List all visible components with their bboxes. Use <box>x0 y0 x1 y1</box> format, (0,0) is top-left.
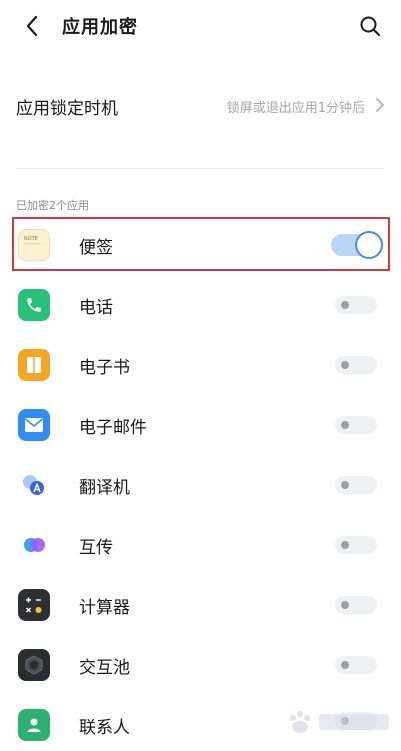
lock-toggle[interactable] <box>335 416 377 434</box>
chevron-left-icon <box>26 15 38 37</box>
app-name: 电话 <box>79 298 113 318</box>
app-name: 计算器 <box>79 598 130 618</box>
page-title: 应用加密 <box>62 17 138 38</box>
translator-icon <box>18 469 50 501</box>
baidu-jingyan-watermark <box>290 711 389 733</box>
lock-toggle[interactable] <box>335 536 377 554</box>
app-row-interaction-pool[interactable]: 交互池 <box>0 634 401 694</box>
notes-icon: NOTE <box>18 229 50 261</box>
calculator-icon <box>18 589 50 621</box>
app-row-share[interactable]: 互传 <box>0 514 401 574</box>
interaction-pool-icon <box>18 649 50 681</box>
search-icon <box>360 16 381 37</box>
encrypted-count-label: 已加密2个应用 <box>16 199 89 212</box>
app-name: 互传 <box>79 538 113 558</box>
app-name: 电子书 <box>79 358 130 378</box>
app-row-translator[interactable]: 翻译机 <box>0 454 401 514</box>
app-row-phone[interactable]: 电话 <box>0 274 401 334</box>
divider <box>16 168 384 169</box>
chevron-right-icon <box>373 96 387 114</box>
app-name: 翻译机 <box>79 478 130 498</box>
phone-icon <box>18 289 50 321</box>
app-list: NOTE 便签 电话 电子书 电子邮件 翻译机 互传 计算器 交互池 联系人 <box>0 214 401 751</box>
lock-timing-row[interactable]: 应用锁定时机 锁屏或退出应用1分钟后 <box>0 82 401 128</box>
ebook-icon <box>18 349 50 381</box>
app-row-ebook[interactable]: 电子书 <box>0 334 401 394</box>
header: 应用加密 <box>0 0 401 52</box>
email-icon <box>18 409 50 441</box>
app-row-notes[interactable]: NOTE 便签 <box>0 214 401 274</box>
lock-toggle[interactable] <box>335 356 377 374</box>
contacts-icon <box>18 709 50 741</box>
search-button[interactable] <box>354 10 386 42</box>
lock-toggle[interactable] <box>335 656 377 674</box>
lock-timing-value: 锁屏或退出应用1分钟后 <box>226 101 365 116</box>
lock-timing-label: 应用锁定时机 <box>16 99 118 119</box>
app-name: 联系人 <box>79 718 130 738</box>
lock-toggle[interactable] <box>335 596 377 614</box>
app-row-calculator[interactable]: 计算器 <box>0 574 401 634</box>
share-icon <box>18 529 50 561</box>
back-button[interactable] <box>16 10 48 42</box>
lock-toggle[interactable] <box>331 231 383 259</box>
lock-toggle[interactable] <box>335 476 377 494</box>
app-name: 便签 <box>79 238 113 258</box>
app-name: 交互池 <box>79 658 130 678</box>
app-name: 电子邮件 <box>79 418 147 438</box>
app-row-email[interactable]: 电子邮件 <box>0 394 401 454</box>
lock-toggle[interactable] <box>335 296 377 314</box>
